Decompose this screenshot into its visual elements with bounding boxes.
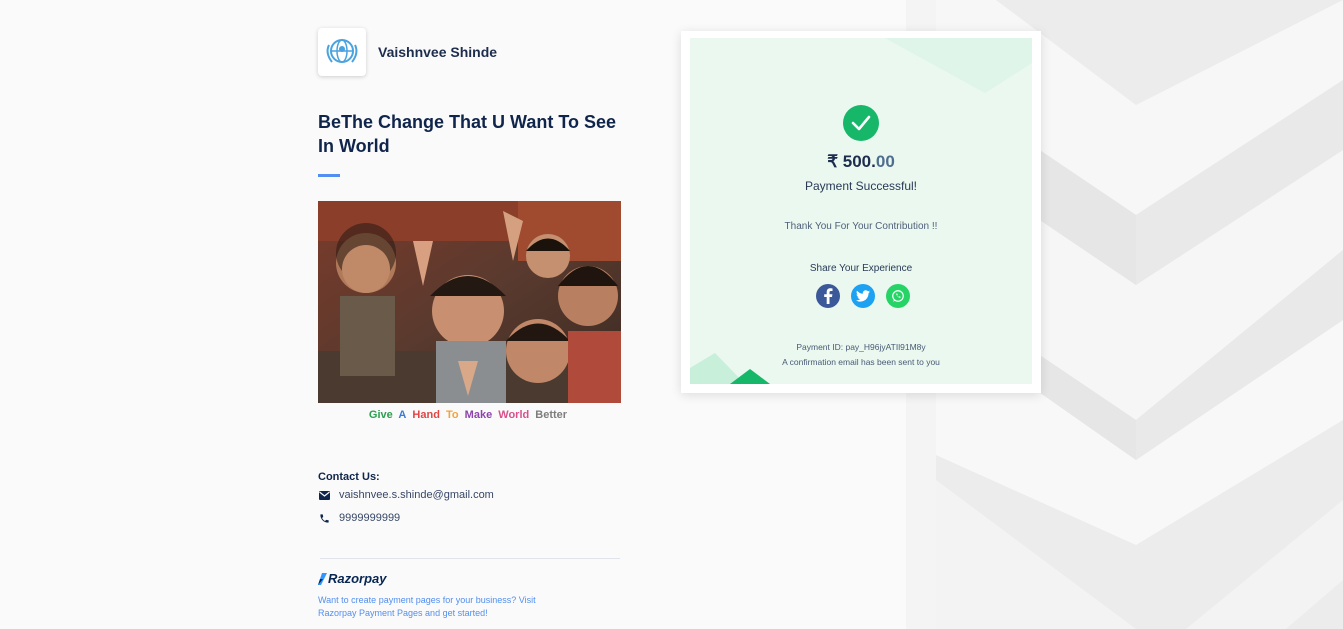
payment-success-card: ₹ 500.00 Payment Successful! Thank You F… <box>681 31 1041 393</box>
razorpay-logo[interactable]: Razorpay <box>318 571 387 586</box>
contact-email[interactable]: vaishnvee.s.shinde@gmail.com <box>339 489 494 501</box>
facebook-icon[interactable] <box>816 284 840 308</box>
payment-status: Payment Successful! <box>804 179 918 193</box>
razorpay-promo-link[interactable]: Want to create payment pages for your bu… <box>318 594 558 620</box>
amount-decimal: 00 <box>875 152 895 171</box>
caption-word: Give <box>368 409 393 421</box>
share-label: Share Your Experience <box>809 263 913 274</box>
thanks-message: Thank You For Your Contribution !! <box>784 221 938 232</box>
payment-amount: ₹ 500.00 <box>690 152 1032 172</box>
whatsapp-icon[interactable] <box>886 284 910 308</box>
success-check-icon <box>843 105 879 141</box>
twitter-icon[interactable] <box>851 284 875 308</box>
confirmation-message: A confirmation email has been sent to yo… <box>782 357 940 367</box>
card-decoration <box>690 38 1032 384</box>
success-panel: ₹ 500.00 Payment Successful! Thank You F… <box>690 38 1032 384</box>
footer-divider <box>320 558 620 559</box>
merchant-name: Vaishnvee Shinde <box>378 44 498 60</box>
currency-symbol: ₹ <box>827 152 839 171</box>
title-underline <box>318 174 340 177</box>
contact-email-row[interactable]: vaishnvee.s.shinde@gmail.com <box>318 489 494 501</box>
caption-word: Make <box>464 409 493 421</box>
payment-id: Payment ID: pay_H96jyATIl91M8y <box>796 342 926 352</box>
photo-caption: Give A Hand To Make World Better <box>318 409 621 421</box>
mail-icon <box>318 489 330 501</box>
page-title: BeThe Change That U Want To See In World <box>318 112 617 156</box>
caption-word: Hand <box>412 409 440 421</box>
merchant-header: Vaishnvee Shinde <box>318 28 497 76</box>
contact-heading: Contact Us: <box>318 471 380 483</box>
caption-word: Better <box>535 409 568 421</box>
share-buttons <box>816 284 921 308</box>
caption-word: To <box>445 409 459 421</box>
caption-word: A <box>398 409 407 421</box>
phone-icon <box>318 512 330 524</box>
razorpay-wordmark: Razorpay <box>328 571 387 586</box>
caption-word: World <box>498 409 530 421</box>
contact-phone-row[interactable]: 9999999999 <box>318 512 400 524</box>
unicef-globe-icon <box>318 28 366 76</box>
amount-whole: 500. <box>842 152 876 171</box>
contact-phone[interactable]: 9999999999 <box>339 512 400 524</box>
campaign-photo <box>318 201 621 403</box>
